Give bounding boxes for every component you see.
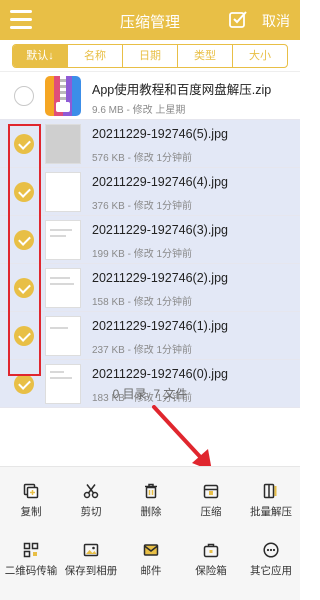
trash-icon	[145, 483, 157, 499]
mail-label: 邮件	[140, 565, 162, 577]
compress-box-icon	[203, 484, 219, 499]
list-item[interactable]: 20211229-192746(5).jpg 576 KB - 修改 1分钟前	[0, 120, 300, 168]
file-name: 20211229-192746(2).jpg	[92, 271, 228, 285]
select-all-icon[interactable]	[228, 9, 248, 29]
compress-label: 压缩	[200, 506, 222, 518]
image-icon	[83, 543, 99, 557]
image-thumbnail	[45, 220, 81, 260]
zip-file-icon	[45, 76, 81, 116]
sort-bar: 默认↓ 名称 日期 类型 大小	[0, 40, 300, 72]
annotation-arrow-icon	[152, 405, 212, 471]
extract-icon	[263, 483, 277, 499]
file-name: 20211229-192746(5).jpg	[92, 127, 228, 141]
other-apps-label: 其它应用	[250, 565, 292, 577]
file-list: App使用教程和百度网盘解压.zip 9.6 MB - 修改 上星期 20211…	[0, 72, 300, 408]
save-to-album-button[interactable]: 保存到相册	[61, 542, 121, 578]
top-bar: 压缩管理 取消	[0, 0, 300, 40]
cut-button[interactable]: 剪切	[61, 483, 121, 519]
safe-label: 保险箱	[195, 565, 227, 577]
briefcase-icon	[203, 543, 219, 558]
image-thumbnail	[45, 124, 81, 164]
action-toolbar: 复制 剪切 删除 压缩 批量解压 二维码传输 保存到相册 邮件 保险箱 其它应用	[0, 466, 300, 600]
copy-icon	[23, 483, 39, 499]
compress-button[interactable]: 压缩	[181, 483, 241, 519]
more-icon	[263, 542, 279, 558]
list-item[interactable]: 20211229-192746(1).jpg 237 KB - 修改 1分钟前	[0, 312, 300, 360]
delete-label: 删除	[140, 506, 162, 518]
qr-code-icon	[23, 542, 39, 558]
envelope-icon	[143, 544, 159, 556]
other-apps-button[interactable]: 其它应用	[241, 542, 301, 578]
delete-button[interactable]: 删除	[121, 483, 181, 519]
folder-summary: 0 目录, 7 文件	[112, 387, 188, 401]
sort-tab-name[interactable]: 名称	[67, 45, 122, 67]
scissors-icon	[83, 484, 99, 499]
file-name: 20211229-192746(0).jpg	[92, 367, 228, 381]
safe-button[interactable]: 保险箱	[181, 542, 241, 578]
selection-highlight-box	[8, 124, 41, 376]
file-meta: 199 KB - 修改 1分钟前	[92, 249, 193, 260]
save-to-album-label: 保存到相册	[64, 565, 118, 577]
cancel-button[interactable]: 取消	[262, 11, 290, 31]
qr-transfer-label: 二维码传输	[4, 565, 58, 577]
file-meta: 9.6 MB - 修改 上星期	[92, 105, 186, 116]
unchecked-radio-icon[interactable]	[14, 86, 34, 106]
sort-tab-size[interactable]: 大小	[232, 45, 287, 67]
file-name: App使用教程和百度网盘解压.zip	[92, 83, 272, 97]
file-meta: 576 KB - 修改 1分钟前	[92, 153, 193, 164]
sort-tab-date[interactable]: 日期	[122, 45, 177, 67]
qr-transfer-button[interactable]: 二维码传输	[1, 542, 61, 578]
copy-label: 复制	[20, 506, 42, 518]
batch-extract-label: 批量解压	[250, 506, 292, 518]
file-name: 20211229-192746(4).jpg	[92, 175, 228, 189]
page-title: 压缩管理	[119, 14, 180, 31]
sort-tab-default[interactable]: 默认↓	[13, 45, 67, 67]
list-item[interactable]: 20211229-192746(4).jpg 376 KB - 修改 1分钟前	[0, 168, 300, 216]
batch-extract-button[interactable]: 批量解压	[241, 483, 301, 519]
list-item[interactable]: 20211229-192746(3).jpg 199 KB - 修改 1分钟前	[0, 216, 300, 264]
image-thumbnail	[45, 268, 81, 308]
file-meta: 158 KB - 修改 1分钟前	[92, 297, 193, 308]
mail-button[interactable]: 邮件	[121, 542, 181, 578]
file-name: 20211229-192746(1).jpg	[92, 319, 228, 333]
sort-tab-type[interactable]: 类型	[177, 45, 232, 67]
list-item[interactable]: 20211229-192746(2).jpg 158 KB - 修改 1分钟前	[0, 264, 300, 312]
file-meta: 237 KB - 修改 1分钟前	[92, 345, 193, 356]
sort-tabs: 默认↓ 名称 日期 类型 大小	[12, 44, 288, 68]
file-name: 20211229-192746(3).jpg	[92, 223, 228, 237]
image-thumbnail	[45, 172, 81, 212]
image-thumbnail	[45, 316, 81, 356]
cut-label: 剪切	[80, 506, 102, 518]
list-item[interactable]: App使用教程和百度网盘解压.zip 9.6 MB - 修改 上星期	[0, 72, 300, 120]
file-meta: 376 KB - 修改 1分钟前	[92, 201, 193, 212]
copy-button[interactable]: 复制	[1, 483, 61, 519]
